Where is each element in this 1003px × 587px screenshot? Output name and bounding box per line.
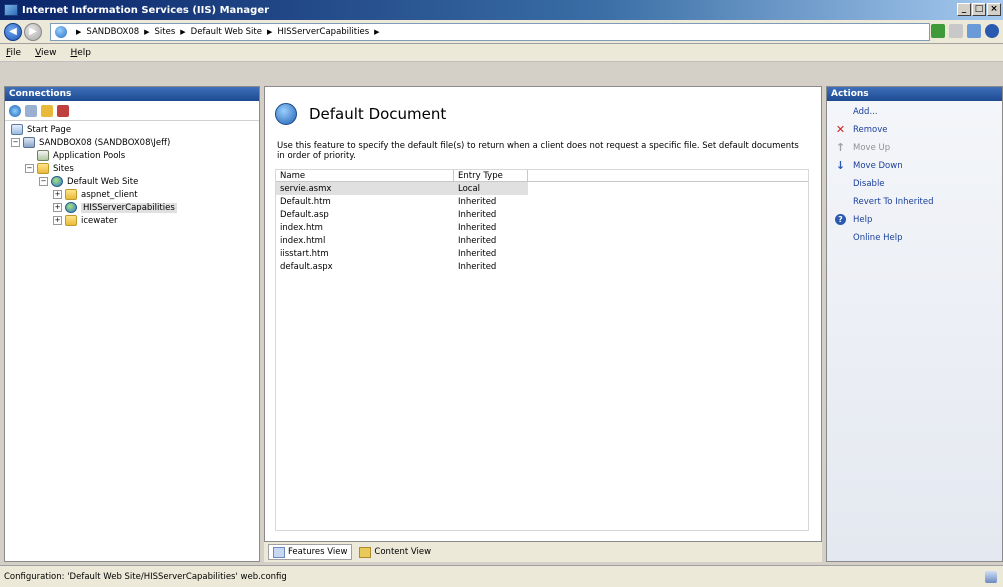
- collapse-icon[interactable]: −: [11, 138, 20, 147]
- menu-bar: File View Help: [0, 44, 1003, 62]
- menu-file[interactable]: File: [6, 48, 21, 58]
- connections-tree: Start Page − SANDBOX08 (SANDBOX08\Jeff) …: [5, 121, 259, 229]
- tree-node-server[interactable]: − SANDBOX08 (SANDBOX08\Jeff): [7, 136, 257, 149]
- online-help-action[interactable]: Online Help: [833, 231, 996, 244]
- revert-to-inherited-action[interactable]: Revert To Inherited: [833, 195, 996, 208]
- expand-icon[interactable]: +: [53, 216, 62, 225]
- disconnect-icon[interactable]: [57, 104, 69, 117]
- connections-panel: Connections Start Page − SANDBOX08 (SAND…: [4, 86, 260, 562]
- tree-node-sites[interactable]: − Sites: [7, 162, 257, 175]
- table-row[interactable]: Default.asp Inherited: [276, 208, 808, 221]
- remove-x-icon: ✕: [835, 123, 846, 136]
- folder-icon: [65, 215, 77, 226]
- table-row[interactable]: default.aspx Inherited: [276, 260, 808, 273]
- start-page-icon: [11, 124, 23, 135]
- breadcrumb-sites[interactable]: Sites: [155, 27, 176, 37]
- app-pool-icon: [37, 150, 49, 161]
- actions-list: Add... ✕ Remove ↑ Move Up ↓ Move Down Di…: [827, 101, 1002, 253]
- table-row[interactable]: iisstart.htm Inherited: [276, 247, 808, 260]
- refresh-icon[interactable]: [967, 24, 981, 38]
- column-header-name[interactable]: Name: [276, 170, 454, 181]
- title-bar: Internet Information Services (IIS) Mana…: [0, 0, 1003, 20]
- table-row[interactable]: Default.htm Inherited: [276, 195, 808, 208]
- globe-icon: [51, 176, 63, 187]
- address-bar: ◀ ▶ ▶ SANDBOX08 ▶ Sites ▶ Default Web Si…: [0, 20, 1003, 44]
- arrow-up-icon: ↑: [835, 141, 846, 154]
- maximize-button[interactable]: □: [972, 3, 986, 16]
- status-bar: Configuration: 'Default Web Site/HISServ…: [0, 565, 1003, 587]
- status-text: Configuration: 'Default Web Site/HISServ…: [4, 571, 287, 582]
- tree-node-aspnet-client[interactable]: + aspnet_client: [7, 188, 257, 201]
- connections-toolbar: [5, 101, 259, 121]
- table-row[interactable]: index.html Inherited: [276, 234, 808, 247]
- view-tabs: Features View Content View: [264, 542, 822, 562]
- chevron-right-icon[interactable]: ▶: [267, 28, 272, 36]
- expand-icon[interactable]: +: [53, 203, 62, 212]
- tree-node-app-pools[interactable]: Application Pools: [7, 149, 257, 162]
- actions-header: Actions: [827, 87, 1002, 101]
- sites-folder-icon: [37, 163, 49, 174]
- remove-action[interactable]: ✕ Remove: [833, 123, 996, 136]
- move-up-action[interactable]: ↑ Move Up: [833, 141, 996, 154]
- add-action[interactable]: Add...: [833, 105, 996, 118]
- table-row[interactable]: index.htm Inherited: [276, 221, 808, 234]
- breadcrumb[interactable]: ▶ SANDBOX08 ▶ Sites ▶ Default Web Site ▶…: [50, 22, 930, 41]
- window-title: Internet Information Services (IIS) Mana…: [22, 4, 270, 16]
- feature-header: Default Document: [265, 87, 821, 131]
- features-view-icon: [273, 546, 285, 558]
- help-action[interactable]: ? Help: [833, 213, 996, 226]
- iis-app-icon: [4, 4, 18, 16]
- tree-node-start-page[interactable]: Start Page: [7, 123, 257, 136]
- server-icon: [23, 137, 35, 148]
- table-row[interactable]: servie.asmx Local: [276, 182, 528, 195]
- expand-icon[interactable]: +: [53, 190, 62, 199]
- address-tools: [931, 24, 999, 38]
- menu-help[interactable]: Help: [70, 48, 91, 58]
- column-header-entry-type[interactable]: Entry Type: [454, 170, 528, 181]
- chevron-right-icon[interactable]: ▶: [374, 28, 379, 36]
- arrow-down-icon: ↓: [835, 159, 846, 172]
- disable-action[interactable]: Disable: [833, 177, 996, 190]
- chevron-right-icon[interactable]: ▶: [76, 28, 81, 36]
- main-content: Default Document Use this feature to spe…: [264, 86, 822, 542]
- network-icon: [985, 571, 997, 583]
- application-icon: [65, 202, 77, 213]
- list-header: Name Entry Type: [276, 170, 808, 182]
- help-icon[interactable]: [985, 24, 999, 38]
- tab-features-view[interactable]: Features View: [268, 544, 353, 560]
- close-button[interactable]: ×: [987, 3, 1001, 16]
- breadcrumb-his-server[interactable]: HISServerCapabilities: [277, 27, 369, 37]
- forward-arrow-icon[interactable]: ▶: [24, 22, 42, 41]
- default-documents-list: Name Entry Type servie.asmx Local Defaul…: [275, 169, 809, 531]
- breadcrumb-default-web-site[interactable]: Default Web Site: [191, 27, 262, 37]
- save-icon[interactable]: [25, 104, 37, 117]
- tree-node-his-server-capabilities[interactable]: + HISServerCapabilities: [7, 201, 257, 214]
- stop-icon[interactable]: [949, 24, 963, 38]
- content-view-icon: [359, 546, 372, 558]
- connections-header: Connections: [5, 87, 259, 101]
- tab-content-view[interactable]: Content View: [354, 544, 437, 560]
- default-document-icon: [275, 103, 297, 125]
- collapse-icon[interactable]: −: [25, 164, 34, 173]
- server-icon[interactable]: [931, 24, 945, 38]
- globe-icon: [55, 25, 67, 38]
- page-title: Default Document: [309, 105, 447, 123]
- tree-node-icewater[interactable]: + icewater: [7, 214, 257, 227]
- actions-panel: Actions Add... ✕ Remove ↑ Move Up ↓ Move…: [826, 86, 1003, 562]
- chevron-right-icon[interactable]: ▶: [180, 28, 185, 36]
- tree-node-default-web-site[interactable]: − Default Web Site: [7, 175, 257, 188]
- up-folder-icon[interactable]: [41, 104, 53, 117]
- collapse-icon[interactable]: −: [39, 177, 48, 186]
- folder-icon: [65, 189, 77, 200]
- window-controls: _ □ ×: [957, 3, 1001, 16]
- back-arrow-icon[interactable]: ◀: [4, 22, 22, 41]
- menu-view[interactable]: View: [35, 48, 56, 58]
- breadcrumb-server[interactable]: SANDBOX08: [86, 27, 139, 37]
- minimize-button[interactable]: _: [957, 3, 971, 16]
- feature-description: Use this feature to specify the default …: [277, 141, 799, 161]
- move-down-action[interactable]: ↓ Move Down: [833, 159, 996, 172]
- help-icon: ?: [835, 214, 846, 225]
- connect-icon[interactable]: [9, 104, 21, 117]
- chevron-right-icon[interactable]: ▶: [144, 28, 149, 36]
